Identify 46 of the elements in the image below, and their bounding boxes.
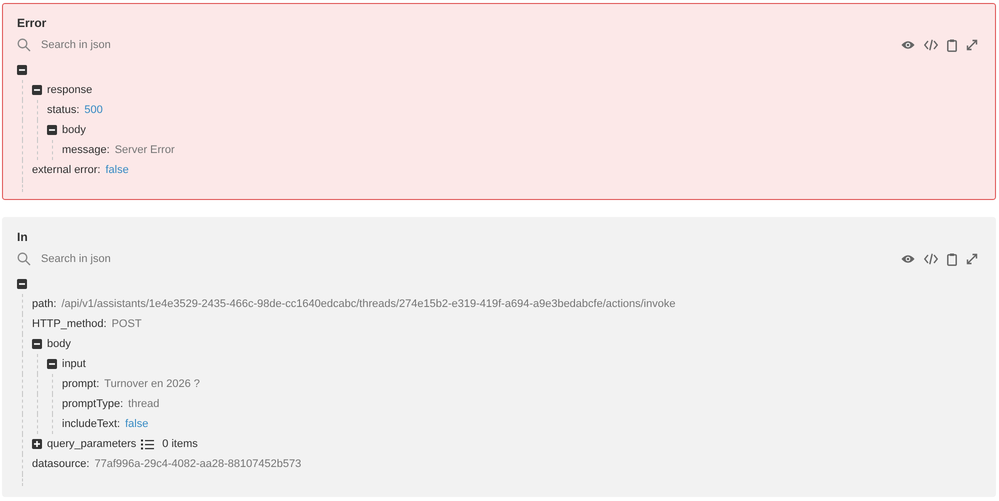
property-value: 500	[84, 104, 103, 116]
node-key: body	[47, 338, 71, 350]
item-count: 0 items	[162, 438, 198, 450]
expand-icon[interactable]	[966, 253, 978, 265]
expand-icon[interactable]	[966, 39, 978, 51]
search-icon	[17, 252, 31, 266]
property-key: promptType:	[62, 398, 124, 410]
search-icon	[17, 38, 31, 52]
collapse-icon[interactable]	[17, 279, 27, 289]
property-key: message:	[62, 144, 110, 156]
collapse-icon[interactable]	[32, 85, 42, 95]
panel-title: Error	[17, 15, 48, 32]
code-icon[interactable]	[924, 253, 938, 265]
property-value: false	[125, 418, 148, 430]
eye-icon[interactable]	[901, 254, 915, 264]
search-field[interactable]: Search in json	[41, 253, 241, 265]
property-key: external error:	[32, 164, 100, 176]
property-key: path:	[32, 298, 56, 310]
property-key: includeText:	[62, 418, 120, 430]
property-key: HTTP_method:	[32, 318, 107, 330]
property-key: prompt:	[62, 378, 100, 390]
property-value: false	[105, 164, 129, 176]
node-key: input	[62, 358, 86, 370]
expand-node-icon[interactable]	[32, 439, 42, 449]
property-value: thread	[128, 398, 160, 410]
list-icon	[141, 438, 154, 450]
clipboard-icon[interactable]	[947, 38, 957, 52]
property-value: /api/v1/assistants/1e4e3529-2435-466c-98de-cc1640edcabc/threads/274e15b2-e319-419f-a694-a9e3bedabcfe/actions/invoke	[61, 298, 676, 310]
property-key: datasource:	[32, 458, 90, 470]
collapse-icon[interactable]	[17, 65, 27, 75]
property-key: status:	[47, 104, 80, 116]
collapse-icon[interactable]	[47, 125, 57, 135]
collapse-icon[interactable]	[32, 339, 42, 349]
clipboard-icon[interactable]	[947, 252, 957, 266]
node-key: query_parameters	[47, 438, 136, 450]
property-value: 77af996a-29c4-4082-aa28-88107452b573	[94, 458, 302, 470]
property-value: Server Error	[114, 144, 175, 156]
node-key: body	[62, 124, 86, 136]
property-value: POST	[112, 318, 142, 330]
search-field[interactable]: Search in json	[41, 39, 241, 51]
eye-icon[interactable]	[901, 40, 915, 50]
property-value: Turnover en 2026 ?	[104, 378, 200, 390]
panel-title: In	[17, 229, 29, 246]
collapse-icon[interactable]	[47, 359, 57, 369]
code-icon[interactable]	[924, 39, 938, 51]
node-key: response	[47, 84, 92, 96]
